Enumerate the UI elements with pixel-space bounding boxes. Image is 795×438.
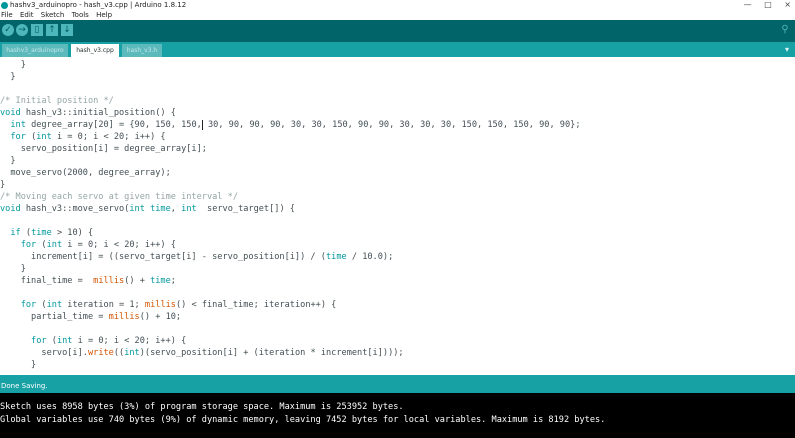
code-line: } xyxy=(0,72,16,82)
arrow-right-icon: → xyxy=(18,25,26,35)
status-message: Done Saving. xyxy=(1,382,48,390)
toolbar: ✓ → ▯ ↑ ↓ ⚲ xyxy=(0,20,795,42)
code-line: for (int i = 0; i < 20; i++) { xyxy=(20,240,176,250)
code-line: /* Moving each servo at given time inter… xyxy=(0,192,238,202)
arrow-down-icon: ↓ xyxy=(63,25,71,35)
tab-hash-v3-cpp[interactable]: hash_v3.cpp xyxy=(71,44,119,57)
console-line: Sketch uses 8958 bytes (3%) of program s… xyxy=(0,402,404,412)
menu-bar: File Edit Sketch Tools Help xyxy=(0,10,795,20)
menu-sketch[interactable]: Sketch xyxy=(41,11,65,19)
console-line: Global variables use 740 bytes (9%) of d… xyxy=(0,415,606,425)
code-line: } xyxy=(0,360,37,370)
code-line: if (time > 10) { xyxy=(10,228,94,238)
code-line: increment[i] = ((servo_target[i] - servo… xyxy=(0,252,394,262)
open-sketch-button[interactable]: ↑ xyxy=(46,24,58,36)
code-line: for (int i = 0; i < 20; i++) { xyxy=(31,336,187,346)
code-line: int degree_array[20] = {90, 150, 150, 30… xyxy=(10,119,581,130)
code-line: for (int iteration = 1; millis() < final… xyxy=(20,300,337,310)
code-line: for (int i = 0; i < 20; i++) { xyxy=(10,132,166,142)
menu-file[interactable]: File xyxy=(1,11,13,19)
menu-edit[interactable]: Edit xyxy=(20,11,34,19)
close-icon[interactable]: × xyxy=(784,0,791,9)
text-caret xyxy=(201,119,203,130)
new-sketch-button[interactable]: ▯ xyxy=(31,24,43,36)
status-bar: Done Saving. xyxy=(0,379,795,393)
code-line: partial_time = millis() + 10; xyxy=(0,312,182,322)
minimize-icon[interactable]: — xyxy=(744,0,752,9)
title-bar: hashv3_arduinopro - hash_v3.cpp | Arduin… xyxy=(0,0,795,10)
magnifier-icon: ⚲ xyxy=(781,24,789,35)
serial-monitor-button[interactable]: ⚲ xyxy=(779,24,791,36)
menu-help[interactable]: Help xyxy=(96,11,112,19)
window-title: hashv3_arduinopro - hash_v3.cpp | Arduin… xyxy=(10,1,187,9)
save-sketch-button[interactable]: ↓ xyxy=(61,24,73,36)
new-file-icon: ▯ xyxy=(34,25,40,35)
maximize-icon[interactable]: □ xyxy=(764,0,772,9)
code-line: void hash_v3::initial_position() { xyxy=(0,108,176,118)
code-line: move_servo(2000, degree_array); xyxy=(0,168,171,178)
output-console[interactable]: Sketch uses 8958 bytes (3%) of program s… xyxy=(0,393,795,438)
code-editor[interactable]: } } /* Initial position */ void hash_v3:… xyxy=(0,57,795,375)
tab-bar: hashv3_arduinopro hash_v3.cpp hash_v3.h … xyxy=(0,42,795,57)
code-line: } xyxy=(0,156,16,166)
arrow-up-icon: ↑ xyxy=(48,25,56,35)
tab-menu-icon[interactable]: ▾ xyxy=(785,44,789,56)
code-line: } xyxy=(0,264,26,274)
code-line: } xyxy=(0,180,6,190)
code-line: } xyxy=(0,60,26,70)
code-line: final_time = millis() + time; xyxy=(0,276,176,286)
window-controls: — □ × xyxy=(734,0,791,10)
code-line: servo[i].write((int)(servo_position[i] +… xyxy=(0,348,404,358)
tab-hashv3-arduinopro[interactable]: hashv3_arduinopro xyxy=(2,44,68,57)
code-line: void hash_v3::move_servo(int time, int s… xyxy=(0,204,295,214)
code-line: servo_position[i] = degree_array[i]; xyxy=(0,144,207,154)
check-icon: ✓ xyxy=(4,25,12,35)
menu-tools[interactable]: Tools xyxy=(72,11,89,19)
verify-button[interactable]: ✓ xyxy=(2,24,14,36)
tab-hash-v3-h[interactable]: hash_v3.h xyxy=(122,44,162,57)
arduino-logo-icon xyxy=(1,1,8,9)
upload-button[interactable]: → xyxy=(16,24,28,36)
code-line: /* Initial position */ xyxy=(0,96,114,106)
